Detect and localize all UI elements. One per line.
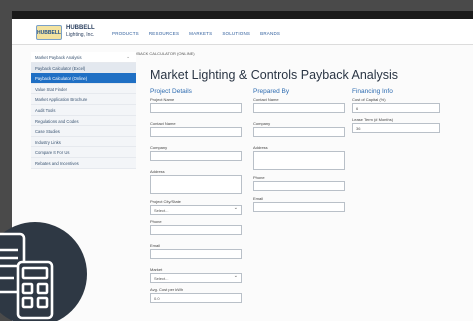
nav-brands[interactable]: BRANDS xyxy=(260,31,280,36)
nav-resources[interactable]: RESOURCES xyxy=(149,31,179,36)
sidebar-item-label: Rebates and Incentives xyxy=(35,160,79,166)
nav-markets[interactable]: MARKETS xyxy=(189,31,212,36)
field-label: Email xyxy=(253,196,264,201)
main-nav: PRODUCTS RESOURCES MARKETS SOLUTIONS BRA… xyxy=(112,31,280,36)
nav-solutions[interactable]: SOLUTIONS xyxy=(222,31,250,36)
sidebar-item-label: Payback Calculator (Excel) xyxy=(35,65,86,71)
prepared-email-field[interactable] xyxy=(253,202,345,212)
sidebar-item-label: Audit Tools xyxy=(35,107,56,113)
lease-term-field[interactable]: 36 xyxy=(352,123,440,133)
field-label: Address xyxy=(253,145,268,150)
prepared-by-section: Prepared By Contact Name Company Address… xyxy=(253,88,345,212)
field-label: Avg. Cost per kWh xyxy=(150,287,184,292)
sidebar-item-label: Market Application Brochure xyxy=(35,97,88,103)
field-label: Contact Name xyxy=(253,97,279,102)
sidebar-item-label: Market Payback Analysis xyxy=(35,55,82,60)
sidebar-item-label: Industry Links xyxy=(35,139,61,145)
hubbell-logo[interactable]: HUBBELL xyxy=(36,25,62,40)
prepared-company-field[interactable] xyxy=(253,127,345,137)
cost-of-capital-field[interactable]: 6 xyxy=(352,103,440,113)
sidebar-item-industry-links[interactable]: Industry Links xyxy=(31,136,136,148)
sidebar-item-value-stat[interactable]: Value Stat Finder xyxy=(31,83,136,95)
project-address-field[interactable] xyxy=(150,175,242,194)
sidebar-item-label: Case Studies xyxy=(35,129,60,135)
section-heading: Prepared By xyxy=(253,88,290,95)
sidebar-item-payback-online[interactable]: Payback Calculator (Online) xyxy=(31,73,136,84)
field-label: Phone xyxy=(150,219,162,224)
sidebar-item-regulations[interactable]: Regulations and Codes xyxy=(31,115,136,127)
sidebar-item-label: Value Stat Finder xyxy=(35,86,68,92)
project-city-state-select[interactable]: Select... xyxy=(150,205,242,215)
sidebar-item-market-payback[interactable]: Market Payback Analysis ⌄ xyxy=(31,52,136,63)
sidebar-item-rebates[interactable]: Rebates and Incentives xyxy=(31,157,136,169)
breadcrumb-current: PAYBACK CALCULATOR (ONLINE) xyxy=(129,51,195,56)
sidebar-item-audit-tools[interactable]: Audit Tools xyxy=(31,104,136,116)
section-heading: Financing Info xyxy=(352,88,393,95)
project-name-field[interactable] xyxy=(150,103,242,113)
site-header: HUBBELL HUBBELL Lighting, Inc. PRODUCTS … xyxy=(12,19,473,45)
field-label: Address xyxy=(150,169,165,174)
field-label: Email xyxy=(150,243,161,248)
section-heading: Project Details xyxy=(150,88,192,95)
field-label: Company xyxy=(150,145,168,150)
sidebar: Market Payback Analysis ⌄ Payback Calcul… xyxy=(31,52,136,169)
sidebar-item-compare[interactable]: Compare It For Us xyxy=(31,147,136,158)
prepared-phone-field[interactable] xyxy=(253,181,345,191)
page-title: Market Lighting & Controls Payback Analy… xyxy=(150,68,399,82)
financing-info-section: Financing Info Cost of Capital (%) 6 Lea… xyxy=(352,88,440,133)
calculator-icon xyxy=(0,232,54,320)
brand-name-line1: HUBBELL xyxy=(66,25,95,31)
sidebar-item-label: Compare It For Us xyxy=(35,150,70,156)
cost-per-kwh-field[interactable]: 0.0 xyxy=(150,293,242,303)
field-label: Project City/State xyxy=(150,199,181,204)
sidebar-item-case-studies[interactable]: Case Studies xyxy=(31,126,136,137)
project-phone-field[interactable] xyxy=(150,225,242,235)
field-label: Contact Name xyxy=(150,121,176,126)
brand-name-line2: Lighting, Inc. xyxy=(66,32,95,38)
field-label: Lease Term (# Months) xyxy=(352,117,394,122)
sidebar-item-label: Regulations and Codes xyxy=(35,118,79,124)
project-details-section: Project Details Project Name Contact Nam… xyxy=(150,88,242,303)
project-company-field[interactable] xyxy=(150,151,242,161)
field-label: Market xyxy=(150,267,163,272)
project-contact-name-field[interactable] xyxy=(150,127,242,137)
field-label: Company xyxy=(253,121,271,126)
sidebar-item-label: Payback Calculator (Online) xyxy=(35,76,88,82)
sidebar-item-payback-excel[interactable]: Payback Calculator (Excel) xyxy=(31,62,136,74)
market-select[interactable]: Select... xyxy=(150,273,242,283)
brand-name[interactable]: HUBBELL Lighting, Inc. xyxy=(66,25,95,39)
field-label: Project Name xyxy=(150,97,175,102)
prepared-contact-name-field[interactable] xyxy=(253,103,345,113)
field-label: Phone xyxy=(253,175,265,180)
chevron-down-icon: ⌄ xyxy=(126,54,130,59)
top-bar xyxy=(12,11,473,19)
field-label: Cost of Capital (%) xyxy=(352,97,386,102)
sidebar-item-brochure[interactable]: Market Application Brochure xyxy=(31,94,136,105)
prepared-address-field[interactable] xyxy=(253,151,345,170)
project-email-field[interactable] xyxy=(150,249,242,259)
nav-products[interactable]: PRODUCTS xyxy=(112,31,139,36)
